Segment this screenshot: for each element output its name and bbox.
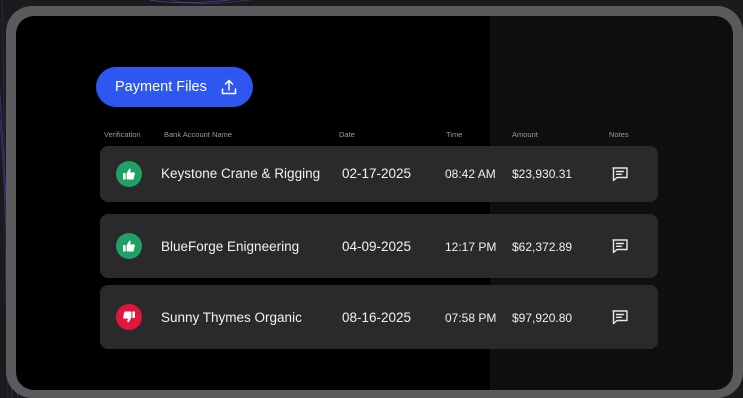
app-stage: Payment Files Verification Bank Account …: [0, 0, 743, 398]
payment-date: 02-17-2025: [342, 166, 412, 181]
payment-date: 04-09-2025: [342, 239, 412, 254]
payment-amount: $62,372.89: [512, 240, 573, 254]
table-row[interactable]: Keystone Crane & Rigging 02-17-2025 08:4…: [100, 146, 658, 202]
payment-time: 12:17 PM: [445, 240, 497, 254]
column-header-time: Time: [446, 130, 463, 139]
payment-time: 07:58 PM: [445, 311, 497, 325]
verification-badge: [116, 304, 142, 330]
tablet-frame: Payment Files Verification Bank Account …: [6, 6, 743, 398]
thumbs-up-icon: [123, 168, 135, 180]
payment-amount: $97,920.80: [512, 311, 573, 325]
column-header-date: Date: [339, 130, 355, 139]
payment-amount: $23,930.31: [512, 167, 573, 181]
payment-time: 08:42 AM: [445, 167, 496, 181]
table-row[interactable]: Sunny Thymes Organic 08-16-2025 07:58 PM…: [100, 285, 658, 349]
verification-badge: [116, 233, 142, 259]
column-header-amount: Amount: [512, 130, 538, 139]
thumbs-up-icon: [123, 240, 135, 252]
payment-files-label: Payment Files: [115, 79, 207, 95]
message-icon[interactable]: [611, 309, 629, 325]
table-row[interactable]: BlueForge Enigneering 04-09-2025 12:17 P…: [100, 214, 658, 278]
message-icon[interactable]: [611, 166, 629, 182]
column-header-verification: Verification: [104, 130, 141, 139]
payment-date: 08-16-2025: [342, 310, 412, 325]
column-header-bank-account-name: Bank Account Name: [164, 130, 232, 139]
bank-account-name: BlueForge Enigneering: [161, 239, 300, 254]
verification-badge: [116, 161, 142, 187]
thumbs-down-icon: [123, 311, 135, 323]
bank-account-name: Keystone Crane & Rigging: [161, 166, 321, 181]
message-icon[interactable]: [611, 238, 629, 254]
column-header-notes: Notes: [609, 130, 629, 139]
bank-account-name: Sunny Thymes Organic: [161, 310, 302, 325]
payment-files-button[interactable]: Payment Files: [96, 67, 253, 107]
tablet-screen: Payment Files Verification Bank Account …: [16, 16, 733, 390]
upload-icon: [221, 79, 237, 95]
